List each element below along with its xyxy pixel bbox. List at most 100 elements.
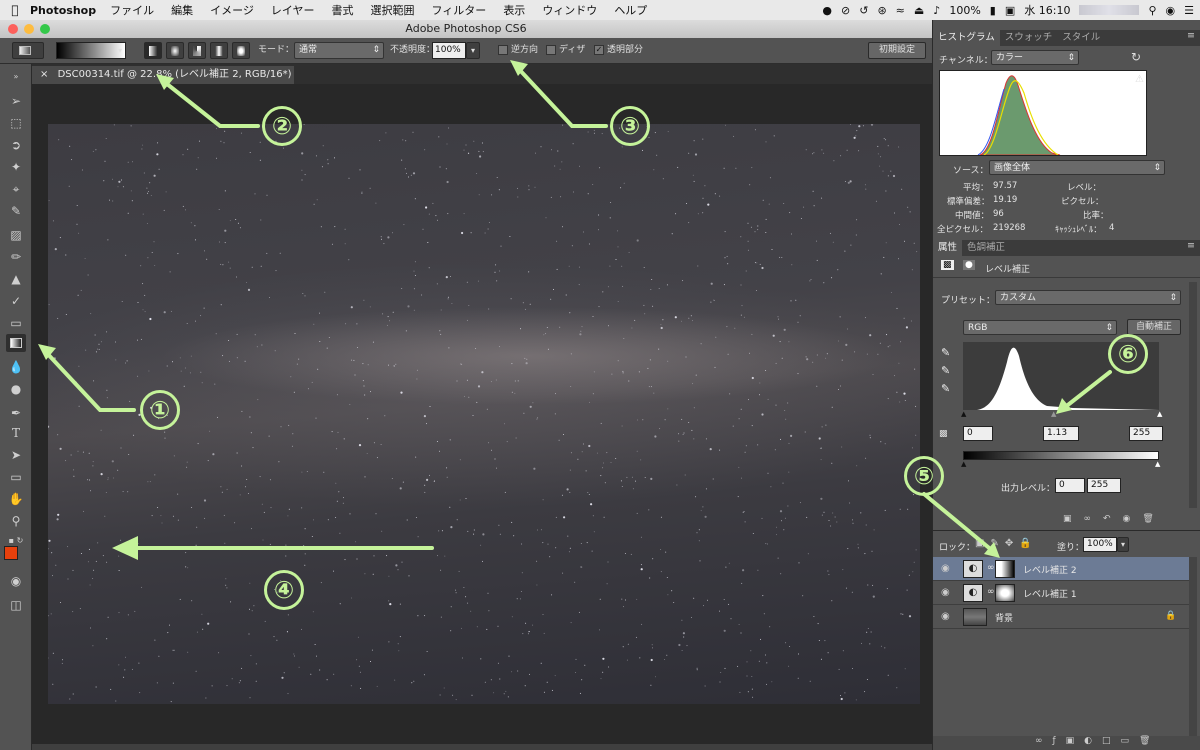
output-white-slider[interactable]: ▲ — [1155, 460, 1160, 468]
layer-row-background[interactable]: ◉ 背景 🔒 — [933, 605, 1189, 629]
dither-checkbox[interactable]: ディザ — [546, 42, 585, 59]
layer-name[interactable]: 背景 — [995, 611, 1013, 624]
menu-file[interactable]: ファイル — [110, 2, 154, 18]
gradient-tool-icon[interactable] — [6, 334, 26, 352]
notification-center-icon[interactable]: ☰ — [1184, 4, 1194, 17]
type-tool-icon[interactable]: T — [6, 424, 26, 442]
menu-image[interactable]: イメージ — [210, 2, 254, 18]
layers-footer-icons[interactable]: ∞ƒ▣◐□▭🗑 — [933, 736, 1200, 750]
diamond-gradient-button[interactable] — [232, 42, 250, 59]
fill-input[interactable]: 100% — [1083, 537, 1117, 552]
crop-tool-icon[interactable]: ⌖ — [6, 180, 26, 198]
input-method-icon[interactable]: ▣ — [1005, 4, 1015, 17]
layers-scrollbar[interactable] — [1189, 557, 1197, 737]
opacity-input[interactable]: 100% — [432, 42, 466, 59]
clock[interactable]: 水 16:10 — [1024, 2, 1070, 18]
output-black-field[interactable]: 0 — [1055, 478, 1085, 493]
dodge-tool-icon[interactable]: ● — [6, 380, 26, 398]
white-eyedropper-icon[interactable]: ✎ — [941, 382, 950, 395]
transparency-checkbox[interactable]: ✓ 透明部分 — [594, 42, 643, 59]
apple-icon[interactable]:  — [0, 3, 30, 17]
lock-icons[interactable]: ▣✎✥🔒 — [975, 538, 1038, 549]
input-gamma-slider[interactable]: ▲ — [1051, 410, 1056, 418]
reverse-checkbox[interactable]: 逆方向 — [498, 42, 538, 59]
eraser-tool-icon[interactable]: ▭ — [6, 314, 26, 332]
gray-eyedropper-icon[interactable]: ✎ — [941, 364, 950, 377]
user-avatar-icon[interactable]: ◉ — [1166, 4, 1176, 17]
menu-select[interactable]: 選択範囲 — [371, 2, 415, 18]
clone-stamp-tool-icon[interactable]: ▲ — [6, 270, 26, 288]
foreground-color-swatch[interactable] — [4, 546, 18, 560]
chain-link-icon[interactable]: ∞ — [987, 563, 995, 573]
panel-menu-icon[interactable]: ≡ — [1187, 30, 1195, 41]
reflected-gradient-button[interactable] — [210, 42, 228, 59]
time-machine-icon[interactable]: ↺ — [859, 4, 868, 17]
volume-icon[interactable]: ♪ — [933, 4, 940, 17]
menu-layer[interactable]: レイヤー — [271, 2, 315, 18]
menu-help[interactable]: ヘルプ — [614, 2, 647, 18]
gradient-picker[interactable] — [56, 42, 126, 59]
healing-brush-tool-icon[interactable]: ▨ — [6, 226, 26, 244]
magic-wand-tool-icon[interactable]: ✦ — [6, 158, 26, 176]
auto-button[interactable]: 自動補正 — [1127, 319, 1181, 335]
mute-icon[interactable]: ⊘ — [841, 4, 850, 17]
input-black-slider[interactable]: ▲ — [961, 410, 966, 418]
minimize-window-button[interactable] — [24, 24, 34, 34]
visibility-eye-icon[interactable]: ◉ — [941, 611, 950, 622]
menu-type[interactable]: 書式 — [332, 2, 354, 18]
tab-properties[interactable]: 属性 — [933, 240, 963, 256]
hand-tool-icon[interactable]: ✋ — [6, 490, 26, 508]
close-window-button[interactable] — [8, 24, 18, 34]
app-menu[interactable]: Photoshop — [30, 4, 96, 17]
layer-row-levels-2[interactable]: ◉ ◐ ∞ レベル補正 2 — [933, 557, 1189, 581]
move-tool-icon[interactable]: ➢ — [6, 92, 26, 110]
menu-view[interactable]: 表示 — [503, 2, 525, 18]
brush-tool-icon[interactable]: ✏ — [6, 248, 26, 266]
bluetooth-icon[interactable]: ⊛ — [877, 4, 886, 17]
tab-adjustments[interactable]: 色調補正 — [962, 240, 1010, 256]
mode-select[interactable]: 通常 ⇕ — [294, 42, 384, 59]
opacity-dropdown-icon[interactable]: ▾ — [466, 42, 480, 59]
properties-footer-icons[interactable]: ▣∞↶◉🗑 — [1063, 514, 1166, 524]
visibility-eye-icon[interactable]: ◉ — [941, 563, 950, 574]
creative-cloud-icon[interactable]: ● — [822, 4, 832, 17]
input-gamma-field[interactable]: 1.13 — [1043, 426, 1079, 441]
linear-gradient-button[interactable] — [144, 42, 162, 59]
rectangle-tool-icon[interactable]: ▭ — [6, 468, 26, 486]
input-white-field[interactable]: 255 — [1129, 426, 1163, 441]
pen-tool-icon[interactable]: ✒ — [6, 404, 26, 422]
quick-mask-icon[interactable]: ◉ — [6, 572, 26, 590]
battery-percent[interactable]: 100% — [949, 4, 980, 17]
close-tab-icon[interactable]: × — [40, 69, 48, 80]
eject-icon[interactable]: ⏏ — [914, 4, 924, 17]
screen-mode-icon[interactable]: ◫ — [6, 596, 26, 614]
layer-row-levels-1[interactable]: ◉ ◐ ∞ レベル補正 1 — [933, 581, 1189, 605]
properties-scrollbar[interactable] — [1189, 282, 1197, 508]
panel-menu-icon[interactable]: ≡ — [1187, 240, 1195, 251]
fill-dropdown-icon[interactable]: ▾ — [1117, 537, 1129, 552]
histogram-channel-select[interactable]: カラー ⇕ — [991, 50, 1079, 65]
levels-channel-select[interactable]: RGB ⇕ — [963, 320, 1117, 335]
preset-select[interactable]: カスタム ⇕ — [995, 290, 1181, 305]
refresh-icon[interactable]: ↻ — [1131, 50, 1141, 64]
history-brush-tool-icon[interactable]: ✓ — [6, 292, 26, 310]
tool-preset-picker[interactable] — [12, 42, 44, 59]
toolbox-collapse-icon[interactable]: » — [6, 68, 26, 86]
spotlight-icon[interactable]: ⚲ — [1148, 4, 1156, 17]
input-black-field[interactable]: 0 — [963, 426, 993, 441]
output-black-slider[interactable]: ▲ — [961, 460, 966, 468]
mask-icon[interactable]: ● — [963, 260, 975, 270]
path-selection-tool-icon[interactable]: ➤ — [6, 446, 26, 464]
wifi-icon[interactable]: ≈ — [896, 4, 905, 17]
output-white-field[interactable]: 255 — [1087, 478, 1121, 493]
tab-swatches[interactable]: スウォッチ — [1000, 30, 1058, 46]
blur-tool-icon[interactable]: 💧 — [6, 358, 26, 376]
layer-mask-thumb[interactable] — [995, 584, 1015, 602]
black-eyedropper-icon[interactable]: ✎ — [941, 346, 950, 359]
document-tab[interactable]: × DSC00314.tif @ 22.8% (レベル補正 2, RGB/16*… — [32, 66, 294, 98]
histogram-source-select[interactable]: 画像全体 ⇕ — [989, 160, 1165, 175]
eyedropper-tool-icon[interactable]: ✎ — [6, 202, 26, 220]
clipping-icon[interactable]: ▩ — [939, 429, 948, 439]
layer-name[interactable]: レベル補正 1 — [1023, 587, 1077, 600]
gradient-dropdown-icon[interactable]: ▾ — [118, 42, 127, 59]
